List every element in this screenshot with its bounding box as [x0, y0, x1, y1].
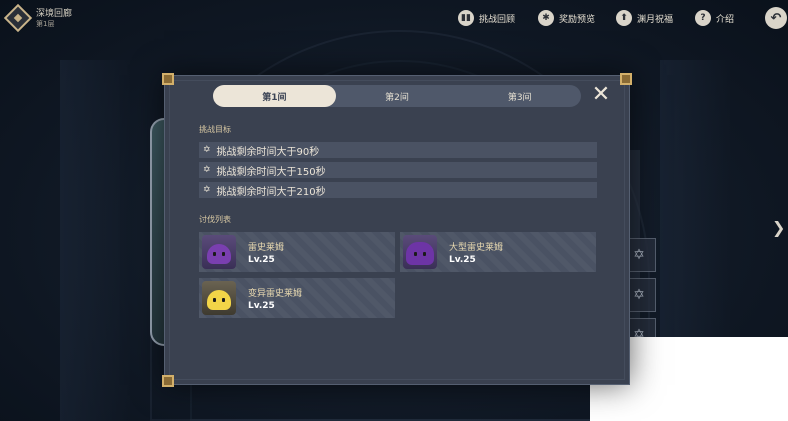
- corner-ornament-icon: [162, 375, 174, 387]
- large-electro-slime-portrait: [403, 235, 437, 269]
- reward-preview-label: 奖励预览: [559, 14, 596, 25]
- enemies-heading: 讨伐列表: [199, 215, 231, 224]
- star-icon: ✡: [203, 145, 211, 155]
- enemy-level: Lv.25: [449, 254, 476, 265]
- corner-ornament-icon: [620, 73, 632, 85]
- goal-text: 挑战剩余时间大于210秒: [216, 186, 326, 198]
- goals-heading: 挑战目标: [199, 125, 231, 134]
- enemy-card[interactable]: 雷史莱姆 Lv.25: [199, 232, 395, 272]
- enemy-name: 大型雷史莱姆: [449, 242, 504, 253]
- reward-preview-button[interactable]: ✱ 奖励预览: [538, 9, 595, 27]
- corner-ornament-icon: [162, 73, 174, 85]
- goal-row: ✡ 挑战剩余时间大于210秒: [199, 182, 597, 198]
- enemy-name: 变异雷史莱姆: [248, 288, 303, 299]
- tab-chamber-2[interactable]: 第2间: [336, 85, 459, 107]
- review-icon: ▮▮: [458, 10, 474, 26]
- reward-gear-icon: ✱: [538, 10, 554, 26]
- help-icon: ?: [695, 10, 711, 26]
- challenge-review-label: 挑战回顾: [479, 14, 516, 25]
- blessing-button[interactable]: ⬆ 渊月祝福: [616, 9, 673, 27]
- intro-label: 介绍: [716, 14, 735, 25]
- tab-chamber-1[interactable]: 第1间: [213, 85, 336, 107]
- electro-slime-portrait: [202, 235, 236, 269]
- enemy-name: 雷史莱姆: [248, 242, 285, 253]
- star-icon: ✡: [203, 185, 211, 195]
- top-bar: 深境回廊 第1层 ▮▮ 挑战回顾 ✱ 奖励预览 ⬆ 渊月祝福 ? 介绍 ↶: [0, 0, 788, 36]
- star-icon: ✡: [203, 165, 211, 175]
- enemy-level: Lv.25: [248, 300, 275, 311]
- close-icon[interactable]: ✕: [590, 84, 612, 106]
- intro-button[interactable]: ? 介绍: [695, 9, 734, 27]
- tab-chamber-3[interactable]: 第3间: [458, 85, 581, 107]
- chamber-dialog: 第1间 第2间 第3间 ✕ 挑战目标 ✡ 挑战剩余时间大于90秒 ✡ 挑战剩余时…: [162, 73, 632, 387]
- enemy-level: Lv.25: [248, 254, 275, 265]
- goal-row: ✡ 挑战剩余时间大于150秒: [199, 162, 597, 178]
- enemy-card[interactable]: 大型雷史莱姆 Lv.25: [400, 232, 596, 272]
- chamber-tabs: 第1间 第2间 第3间: [213, 85, 581, 107]
- page-title: 深境回廊: [36, 9, 73, 19]
- abyss-logo-icon: [3, 3, 33, 33]
- back-arrow-icon[interactable]: ↶: [765, 7, 787, 29]
- next-arrow-icon[interactable]: ❯: [772, 218, 786, 238]
- floor-subtitle: 第1层: [36, 20, 55, 28]
- blessing-icon: ⬆: [616, 10, 632, 26]
- enemy-card[interactable]: 变异雷史莱姆 Lv.25: [199, 278, 395, 318]
- goal-row: ✡ 挑战剩余时间大于90秒: [199, 142, 597, 158]
- background-pillar: [60, 60, 130, 421]
- goal-text: 挑战剩余时间大于150秒: [216, 166, 326, 178]
- blessing-label: 渊月祝福: [637, 14, 674, 25]
- goal-text: 挑战剩余时间大于90秒: [216, 146, 320, 158]
- challenge-review-button[interactable]: ▮▮ 挑战回顾: [458, 9, 515, 27]
- mutant-electro-slime-portrait: [202, 281, 236, 315]
